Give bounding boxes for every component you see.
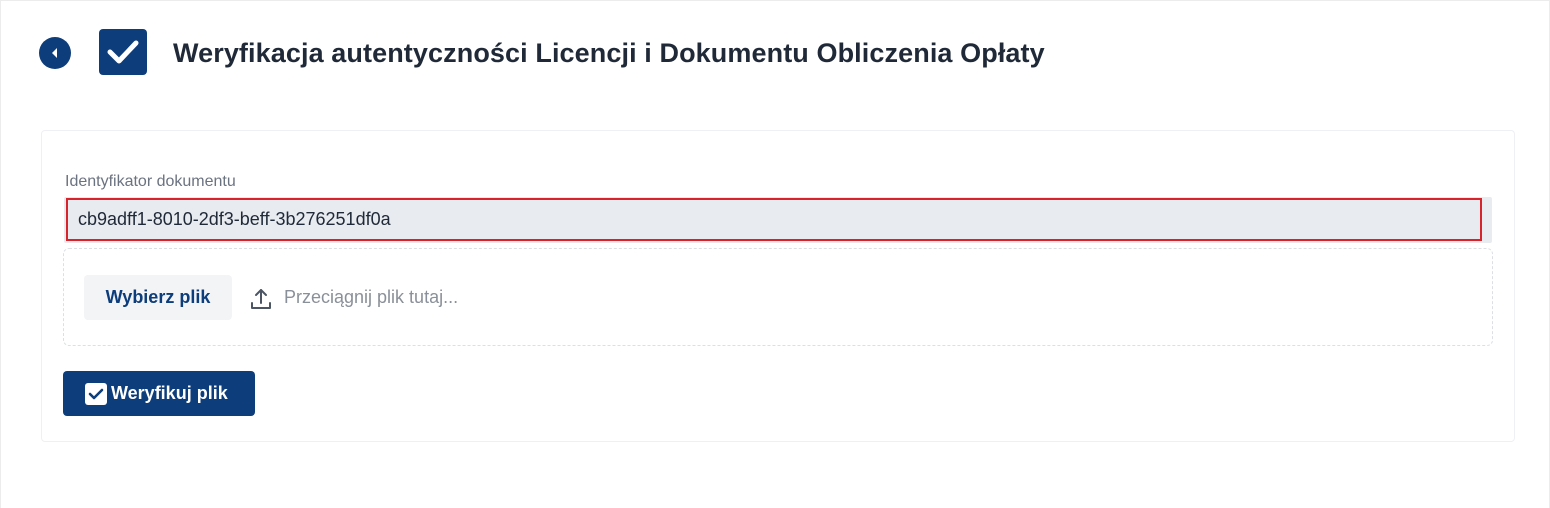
document-id-field-wrapper (64, 197, 1492, 243)
verify-file-button[interactable]: Weryfikuj plik (63, 371, 255, 416)
chevron-left-icon (52, 48, 57, 58)
upload-icon (251, 289, 271, 309)
choose-file-button[interactable]: Wybierz plik (84, 275, 232, 320)
page-title: Weryfikacja autentyczności Licencji i Do… (173, 38, 1045, 68)
document-id-input[interactable] (66, 198, 1482, 241)
verification-form-card: Identyfikator dokumentu Wybierz plik Prz… (41, 130, 1515, 442)
back-button[interactable] (39, 37, 71, 69)
verify-file-label: Weryfikuj plik (111, 383, 228, 403)
checkbox-checked-icon (99, 29, 147, 75)
drop-hint-text: Przeciągnij plik tutaj... (284, 287, 459, 307)
page-header: Weryfikacja autentyczności Licencji i Do… (1, 1, 1549, 105)
document-id-label: Identyfikator dokumentu (65, 173, 236, 190)
file-dropzone[interactable]: Wybierz plik Przeciągnij plik tutaj... (63, 248, 1493, 346)
page: Weryfikacja autentyczności Licencji i Do… (0, 0, 1550, 508)
checkbox-checked-icon (85, 382, 107, 405)
